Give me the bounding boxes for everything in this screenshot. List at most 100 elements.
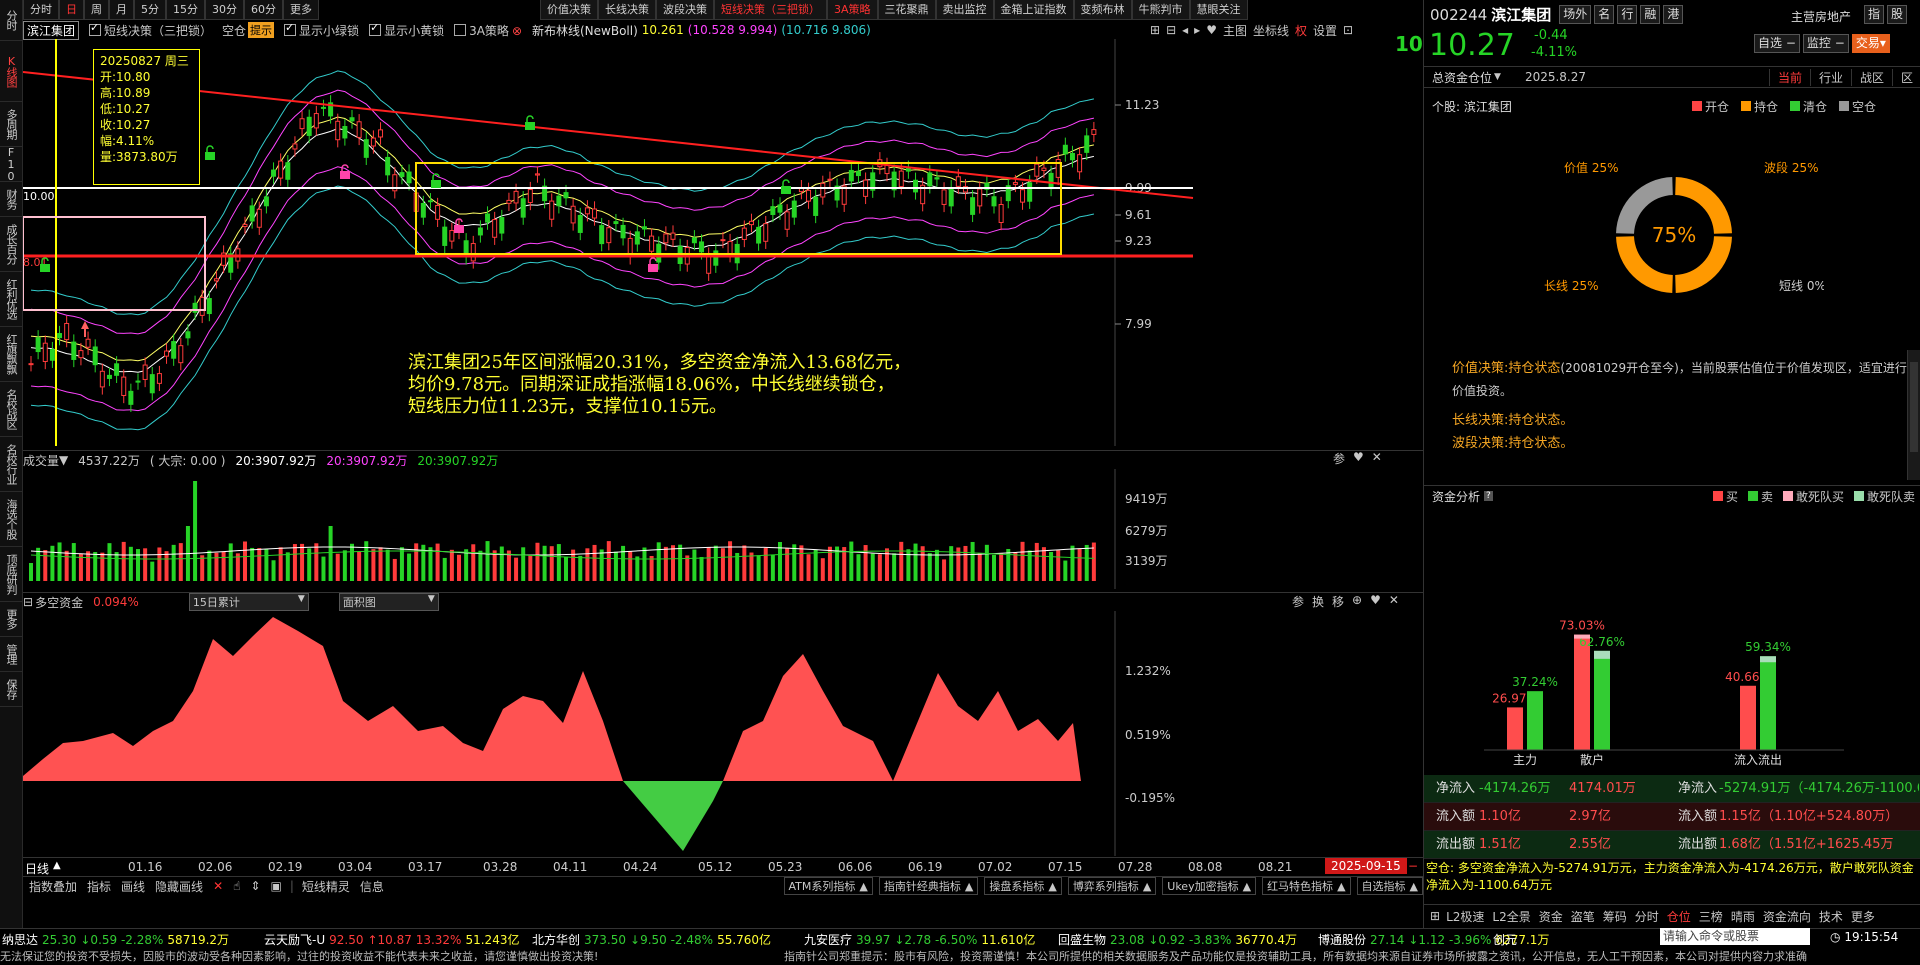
sidebar-tab[interactable]: K线图 [0,41,22,102]
position-tab[interactable]: 行业 [1809,68,1851,86]
heart-icon[interactable]: ♥ [1353,450,1364,467]
sector-label[interactable]: 主营房地产 [1791,8,1851,25]
stock-tag[interactable]: 融 [1640,5,1661,24]
indicator-group[interactable]: 操盘系指标 ▲ [984,877,1062,895]
ticker-item[interactable]: 九安医疗 39.97 ↓2.78 -6.50% 11.610亿 [804,931,1035,947]
sell-lock-icon[interactable] [648,257,658,272]
tool-main[interactable]: 主图 [1223,22,1247,39]
bottom-tab[interactable]: 三榜 [1699,908,1723,925]
tool-param[interactable]: 参 [1292,593,1304,610]
checkbox-icon[interactable] [89,21,102,36]
zoom-icon[interactable]: ⊕ [1352,593,1362,610]
chevron-down-icon[interactable]: ▼ [298,594,305,604]
bottom-tab[interactable]: 资金 [1539,908,1563,925]
checkbox-icon[interactable] [369,21,382,36]
indicator-group[interactable]: 指南针经典指标 ▲ [878,877,979,895]
tool-switch[interactable]: 换 [1312,593,1324,610]
bottom-tab[interactable]: 晴雨 [1731,908,1755,925]
indicator-group[interactable]: 博弈系列指标 ▲ [1067,877,1157,895]
tool-axis[interactable]: 坐标线 [1253,22,1289,39]
bottom-tab[interactable]: 更多 [1851,908,1875,925]
sidebar-tab[interactable]: 红利优选 [0,272,22,327]
add-watchlist-button[interactable]: 自选 − [1754,34,1800,53]
minus-icon[interactable]: ⊟ [1166,23,1176,37]
tool-short-elf[interactable]: 短线精灵 [302,878,350,895]
checkbox-icon[interactable] [284,21,297,36]
tool-info[interactable]: 信息 [360,878,384,895]
help-icon[interactable]: ? [1484,491,1493,501]
close-icon[interactable]: ✕ [1389,593,1399,610]
decision-tab[interactable]: 慧眼关注 [1189,0,1248,20]
flow-period-select[interactable]: 15日累计 ▼ [188,593,309,611]
option-yellow-lock[interactable]: 显示小黄锁 [369,21,444,39]
decision-tab[interactable]: 牛熊判市 [1131,0,1190,20]
lock-icon[interactable] [205,145,215,160]
tool-overlay[interactable]: 指数叠加 [29,878,77,895]
stock-tag[interactable]: 港 [1663,5,1684,24]
bottom-tab[interactable]: L2极速 [1446,908,1484,925]
lock-icon[interactable] [781,179,791,194]
ticker-item[interactable]: 北方华创 373.50 ↓9.50 -2.48% 55.760亿 [532,931,771,947]
sidebar-tab[interactable]: 名校战区 [0,382,22,437]
sell-lock-icon[interactable] [340,164,350,179]
bottom-tab[interactable]: 分时 [1635,908,1659,925]
sidebar-tab[interactable]: 保存 [0,672,22,707]
sidebar-tab[interactable]: 多周期 [0,102,22,147]
dropdown-icon[interactable]: ▼ [59,453,68,467]
left-arrow-icon[interactable]: ◂ [1182,23,1188,37]
sidebar-tab[interactable]: 分时 [0,0,22,41]
chevron-down-icon[interactable]: ▼ [428,594,435,604]
command-input[interactable]: 请输入命令或股票 [1660,928,1810,945]
decision-tab[interactable]: 短线决策（三把锁） [714,0,827,20]
position-tab[interactable]: 当前 [1768,68,1810,86]
option-3a[interactable]: 3A策略 ⊗ [454,22,522,39]
ticker-item[interactable]: 纳思达 25.30 ↓0.59 -2.28% 58719.2万 [2,931,229,947]
trade-button[interactable]: 交易▾ [1851,34,1890,53]
hand-icon[interactable]: ☝ [233,879,240,893]
plus-icon[interactable]: ⊞ [1150,23,1160,37]
tool-draw[interactable]: 画线 [121,878,145,895]
sidebar-tab[interactable]: F10 [0,146,22,182]
dropdown-icon[interactable]: ▼ [1494,72,1501,82]
option-green-lock[interactable]: 显示小绿锁 [284,21,359,39]
lock-icon[interactable] [525,115,535,130]
monitor-button[interactable]: 监控 − [1802,34,1849,53]
period-tab[interactable]: 60分 [244,0,283,20]
move-icon[interactable]: ⇕ [250,879,260,893]
tool-settings[interactable]: 设置 [1313,22,1337,39]
period-tab[interactable]: 更多 [283,0,319,20]
sidebar-tab[interactable]: 名校行业 [0,437,22,492]
sidebar-tab[interactable]: 顶底研判 [0,547,22,602]
sidebar-tab[interactable]: 成长百分 [0,217,22,272]
position-tab[interactable]: 区 [1891,68,1920,86]
checkbox-icon[interactable] [454,23,467,36]
position-tab[interactable]: 战区 [1850,68,1892,86]
right-arrow-icon[interactable]: ▸ [1194,23,1200,37]
bottom-tab[interactable]: 技术 [1819,908,1843,925]
sidebar-tab[interactable]: 管理 [0,637,22,672]
indicator-group[interactable]: 自选指标 ▲ [1356,877,1423,895]
tool-hide-draw[interactable]: 隐藏画线 [155,878,203,895]
stock-tag[interactable]: 名 [1594,5,1615,24]
position-title[interactable]: 总资金仓位 [1432,69,1492,86]
period-tab[interactable]: 5分 [134,0,166,20]
ticker-item[interactable]: 创元 [1493,931,1529,947]
minus-icon[interactable]: − [1408,859,1418,873]
tool-right[interactable]: 权 [1295,22,1307,39]
lock-icon[interactable]: ▣ [271,879,282,893]
grid-icon[interactable]: ⊞ [1430,909,1440,923]
period-tab[interactable]: 日 [59,0,84,20]
decision-tab[interactable]: 三花聚鼎 [877,0,936,20]
heart-icon[interactable]: ♥ [1206,23,1217,37]
period-tab[interactable]: 周 [84,0,109,20]
sidebar-tab[interactable]: 红旗飘飘 [0,327,22,382]
lock-icon[interactable] [431,173,441,188]
sidebar-tab[interactable]: 海选个股 [0,492,22,547]
bottom-tab[interactable]: L2全景 [1492,908,1530,925]
period-tab[interactable]: 30分 [205,0,244,20]
bottom-tab[interactable]: 资金流向 [1763,908,1811,925]
heart-icon[interactable]: ♥ [1370,593,1381,610]
bottom-tab[interactable]: 仓位 [1667,908,1691,925]
stock-tag[interactable]: 场外 [1559,5,1592,24]
bottom-tab[interactable]: 筹码 [1603,908,1627,925]
